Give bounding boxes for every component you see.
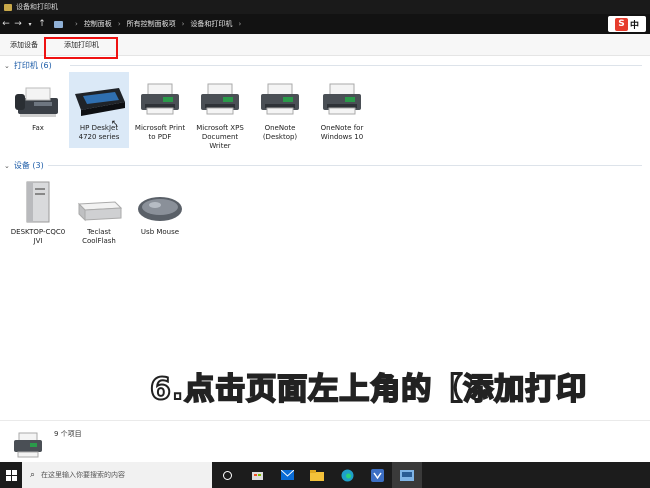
item-label: DESKTOP-CQC0: [10, 228, 66, 236]
add-device-button[interactable]: 添加设备: [0, 34, 48, 56]
group-divider: [70, 65, 642, 66]
breadcrumb: › 控制面板 › 所有控制面板项 › 设备和打印机 ›: [54, 16, 247, 32]
start-button[interactable]: [0, 462, 22, 488]
item-label: Usb Mouse: [140, 228, 180, 236]
item-label: Fax: [32, 124, 44, 132]
breadcrumb-separator-icon[interactable]: ›: [118, 20, 121, 28]
back-arrow-icon[interactable]: ←: [0, 19, 12, 29]
tutorial-caption: 6.点击页面左上角的【添加打印: [149, 371, 588, 408]
forward-arrow-icon[interactable]: →: [12, 19, 24, 29]
ime-mode-label: 中: [629, 20, 639, 31]
window-title: 设备和打印机: [16, 3, 58, 11]
control-panel-icon: [54, 20, 63, 28]
edge-browser-icon: [341, 469, 353, 481]
generic-printer-icon: [261, 83, 299, 115]
collapse-chevron-icon[interactable]: ⌄: [4, 162, 10, 170]
taskbar-mail[interactable]: [272, 462, 302, 488]
printer-details-icon: [14, 432, 42, 458]
devices-group-label: 设备 (3): [13, 161, 44, 170]
taskbar-search-box[interactable]: ⌕ 在这里输入你要搜索的内容: [22, 462, 212, 488]
item-label: (Desktop): [262, 133, 298, 141]
taskbar-store[interactable]: [242, 462, 272, 488]
item-label: Writer: [209, 142, 231, 150]
item-label: to PDF: [148, 133, 172, 141]
taskbar-control-panel[interactable]: [392, 462, 422, 488]
control-panel-taskbar-icon: [400, 469, 414, 481]
mouse-cursor-icon: ↖: [111, 119, 119, 129]
collapse-chevron-icon[interactable]: ⌄: [4, 62, 10, 70]
folder-icon: [310, 469, 324, 481]
task-view-icon: [222, 470, 232, 480]
item-label: 4720 series: [78, 133, 120, 141]
recent-dropdown-icon[interactable]: ▾: [24, 21, 36, 28]
details-pane: 9 个项目: [0, 420, 650, 462]
printer-item-onenote-win10[interactable]: OneNote for Windows 10: [312, 74, 372, 142]
item-label: Teclast: [87, 228, 111, 236]
printer-item-ms-print-pdf[interactable]: Microsoft Print to PDF: [130, 74, 190, 142]
taskbar-vscode[interactable]: [362, 462, 392, 488]
task-view-button[interactable]: [212, 462, 242, 488]
fax-icon: [15, 87, 58, 117]
windows-logo-icon: [5, 469, 17, 481]
device-item-usb-mouse[interactable]: Usb Mouse: [130, 178, 190, 237]
taskbar: ⌕ 在这里输入你要搜索的内容: [0, 462, 650, 488]
device-item-desktop[interactable]: DESKTOP-CQC0 JVI: [8, 178, 68, 246]
breadcrumb-separator-icon[interactable]: ›: [182, 20, 185, 28]
taskbar-file-explorer[interactable]: [302, 462, 332, 488]
breadcrumb-all-items[interactable]: 所有控制面板项: [127, 19, 176, 29]
ime-indicator[interactable]: S 中: [608, 16, 646, 32]
title-bar: 设备和打印机: [0, 0, 650, 14]
breadcrumb-separator-icon[interactable]: ›: [238, 20, 241, 28]
item-label: Microsoft Print: [134, 124, 186, 132]
computer-tower-icon: [26, 181, 50, 223]
group-divider: [48, 165, 642, 166]
usb-drive-icon: [77, 201, 123, 222]
item-label: Windows 10: [320, 133, 364, 141]
item-label: HP DeskJet: [79, 124, 119, 132]
mail-icon: [280, 470, 294, 480]
devices-printers-icon: [4, 3, 12, 11]
printer-item-fax[interactable]: Fax: [8, 74, 68, 133]
item-label: JVI: [33, 237, 43, 245]
printer-item-hp-deskjet[interactable]: HP DeskJet 4720 series ↖: [69, 72, 129, 148]
breadcrumb-control-panel[interactable]: 控制面板: [84, 19, 112, 29]
generic-printer-icon: [323, 83, 361, 115]
item-label: CoolFlash: [82, 237, 116, 245]
address-bar: ← → ▾ ↑ › 控制面板 › 所有控制面板项 › 设备和打印机 › S 中: [0, 14, 650, 34]
printers-group-label: 打印机 (6): [13, 61, 52, 70]
item-count: 9 个项目: [54, 430, 82, 438]
taskbar-edge[interactable]: [332, 462, 362, 488]
item-label: OneNote: [264, 124, 296, 132]
add-printer-highlight-box: [44, 37, 118, 59]
search-placeholder: 在这里输入你要搜索的内容: [41, 471, 126, 479]
hp-printer-icon: [75, 88, 125, 116]
sogou-icon: S: [614, 17, 628, 31]
item-label: Microsoft XPS: [196, 124, 244, 132]
mouse-icon: [138, 197, 182, 221]
item-label: Document: [201, 133, 239, 141]
generic-printer-icon: [201, 83, 239, 115]
search-icon: ⌕: [30, 470, 36, 480]
store-icon: [251, 472, 263, 480]
up-arrow-icon[interactable]: ↑: [36, 19, 48, 29]
app-icon: [370, 468, 384, 482]
breadcrumb-devices-printers[interactable]: 设备和打印机: [190, 19, 232, 29]
printer-item-ms-xps[interactable]: Microsoft XPS Document Writer: [190, 74, 250, 151]
printers-group-header[interactable]: ⌄ 打印机 (6): [4, 60, 644, 71]
item-label: OneNote for: [320, 124, 364, 132]
device-item-teclast-coolflash[interactable]: Teclast CoolFlash: [69, 178, 129, 246]
printer-item-onenote-desktop[interactable]: OneNote (Desktop): [250, 74, 310, 142]
generic-printer-icon: [141, 83, 179, 115]
breadcrumb-separator-icon[interactable]: ›: [75, 20, 78, 28]
devices-group-header[interactable]: ⌄ 设备 (3): [4, 160, 644, 171]
